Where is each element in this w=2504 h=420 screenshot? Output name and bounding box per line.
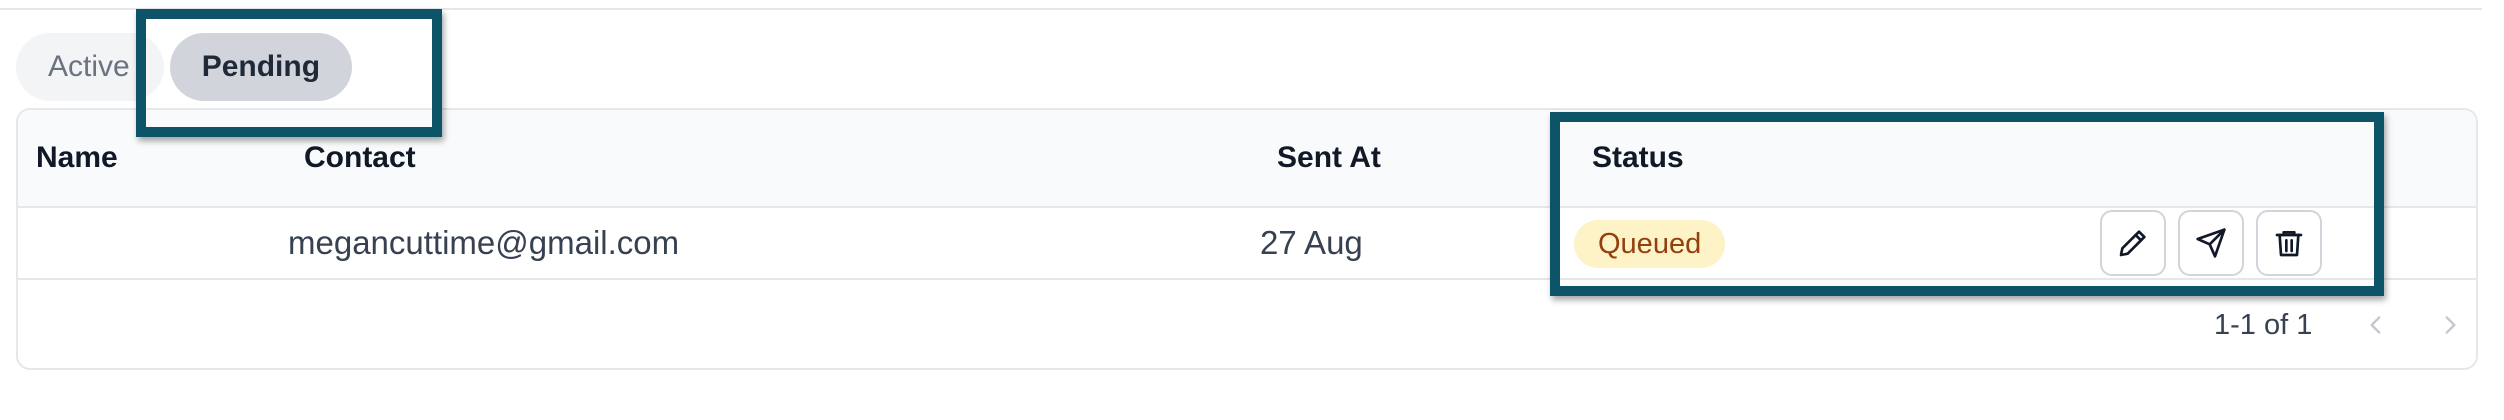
top-divider [0, 8, 2482, 10]
column-header-status[interactable]: Status [1592, 110, 1684, 206]
tab-active[interactable]: Active [16, 33, 164, 101]
table-header: Name Contact Sent At Status [18, 110, 2476, 208]
column-header-contact[interactable]: Contact [304, 110, 416, 206]
chevron-left-icon [2370, 316, 2381, 334]
invites-table: Name Contact Sent At Status megancuttime… [16, 108, 2478, 370]
next-page-button[interactable] [2428, 303, 2472, 347]
send-button[interactable] [2178, 210, 2244, 276]
status-badge: Queued [1574, 220, 1726, 268]
column-header-sent-at[interactable]: Sent At [1277, 110, 1381, 206]
delete-button[interactable] [2256, 210, 2322, 276]
send-icon [2196, 228, 2226, 258]
chevron-right-icon [2445, 316, 2456, 334]
table-row: megancuttime@gmail.com 27 Aug Queued [18, 208, 2476, 280]
row-sent-at: 27 Aug [1260, 224, 1363, 261]
edit-button[interactable] [2100, 210, 2166, 276]
pencil-icon [2119, 230, 2146, 257]
column-header-name[interactable]: Name [36, 110, 118, 206]
table-footer: 1-1 of 1 [18, 280, 2476, 368]
tab-pending[interactable]: Pending [169, 33, 353, 101]
previous-page-button[interactable] [2354, 303, 2398, 347]
status-tabs: Active Pending [16, 33, 353, 101]
trash-icon [2275, 231, 2303, 257]
row-contact: megancuttime@gmail.com [288, 224, 680, 261]
pagination-range: 1-1 of 1 [2214, 308, 2313, 341]
